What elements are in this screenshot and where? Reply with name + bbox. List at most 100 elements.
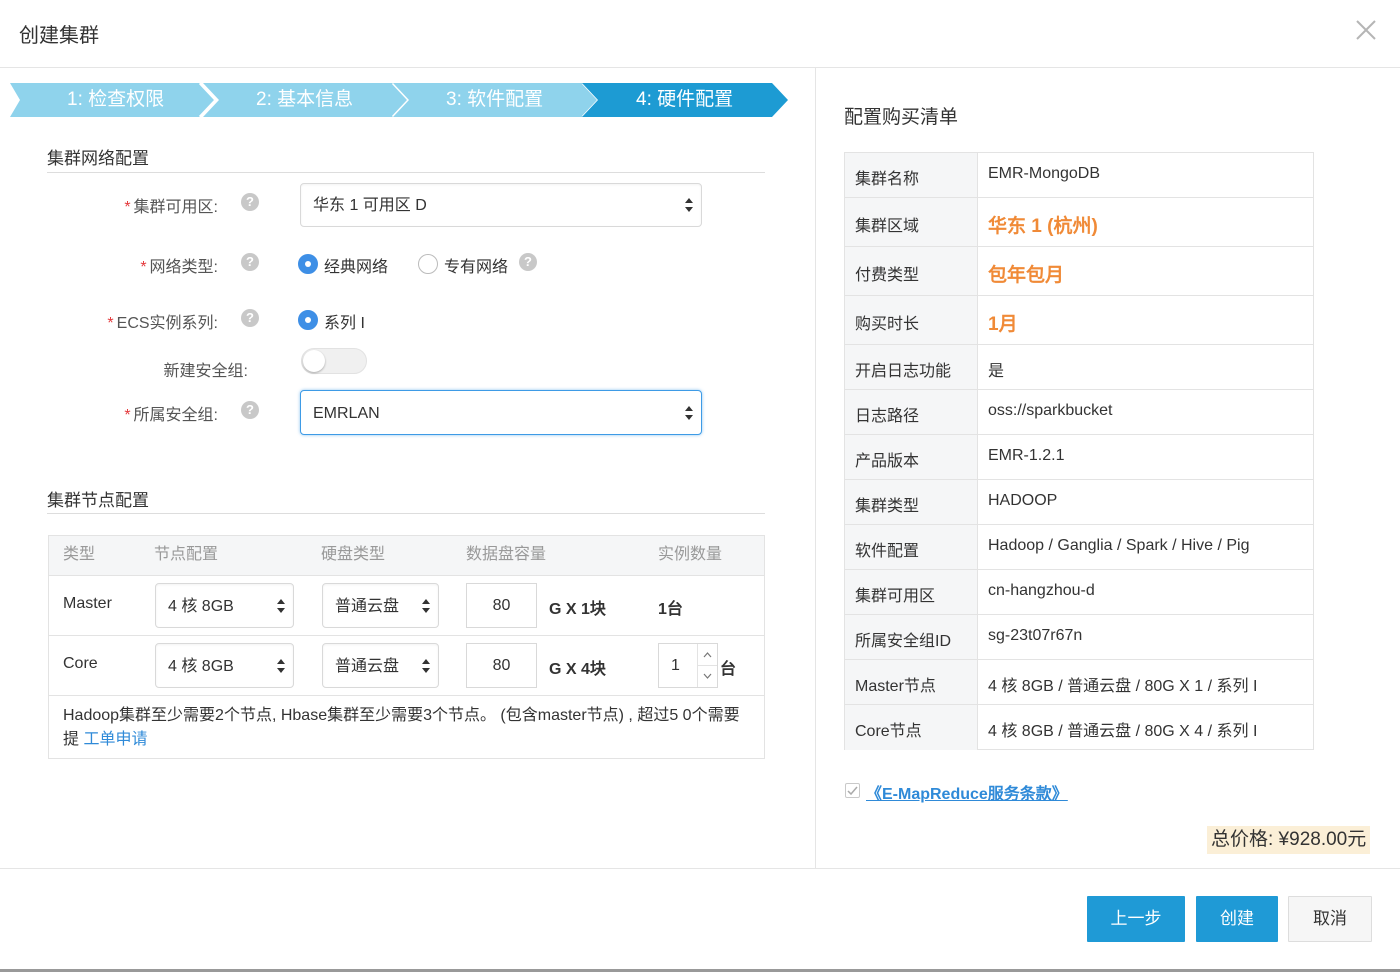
node-note: Hadoop集群至少需要2个节点, Hbase集群至少需要3个节点。 (包含ma… (63, 704, 753, 752)
select-arrows-icon (277, 658, 285, 673)
select-arrows-icon (277, 598, 285, 613)
sg-label: * 所属安全组: (124, 407, 218, 424)
classic-network-label: 经典网络 (324, 259, 389, 276)
master-spec-select[interactable]: 4 核 8GB (155, 583, 294, 628)
vpc-network-radio[interactable] (418, 254, 438, 274)
help-icon[interactable]: ? (241, 401, 259, 419)
help-icon[interactable]: ? (519, 253, 537, 271)
summary-key: 软件配置 (855, 543, 920, 560)
core-capacity-input[interactable]: 80 (466, 643, 537, 688)
net-type-label: * 网络类型: (140, 259, 218, 276)
section-divider (47, 513, 765, 514)
master-count: 1台 (658, 601, 683, 618)
table-row: 所属安全组ID sg-23t07r67n (845, 615, 1313, 660)
table-row-core: Core 4 核 8GB 普通云盘 80 G X 4块 1 台 (49, 636, 764, 696)
zone-select[interactable]: 华东 1 可用区 D (300, 183, 702, 227)
close-icon[interactable] (1352, 16, 1380, 44)
summary-key: 开启日志功能 (855, 363, 952, 380)
terms-checkbox[interactable] (845, 783, 860, 798)
ecs-series-radio[interactable] (298, 310, 318, 330)
master-capacity-input[interactable]: 80 (466, 583, 537, 628)
capacity-unit: G X 1块 (549, 601, 606, 618)
dialog-title: 创建集群 (19, 25, 99, 47)
table-row: Master节点 4 核 8GB / 普通云盘 / 80G X 1 / 系列 I (845, 660, 1313, 705)
total-price: 总价格: ¥928.00元 (1207, 826, 1371, 854)
col-disk: 硬盘类型 (321, 546, 386, 563)
step-label: 3: 软件配置 (446, 89, 544, 110)
help-icon[interactable]: ? (241, 253, 259, 271)
new-sg-toggle[interactable] (301, 348, 367, 374)
summary-value: sg-23t07r67n (988, 627, 1083, 644)
table-header: 类型 节点配置 硬盘类型 数据盘容量 实例数量 (49, 536, 764, 576)
summary-key: 所属安全组ID (855, 633, 952, 650)
check-icon (847, 786, 858, 796)
sg-select-value: EMRLAN (313, 405, 380, 422)
step-label: 2: 基本信息 (256, 89, 354, 110)
dialog-header: 创建集群 (0, 0, 1400, 68)
col-type: 类型 (63, 546, 96, 563)
col-capacity: 数据盘容量 (466, 546, 547, 563)
summary-value: 4 核 8GB / 普通云盘 / 80G X 4 / 系列 I (988, 723, 1258, 740)
table-row: 产品版本 EMR-1.2.1 (845, 435, 1313, 480)
create-button[interactable]: 创建 (1196, 896, 1278, 942)
table-row-master: Master 4 核 8GB 普通云盘 80 G X 1块 1台 (49, 576, 764, 636)
summary-value: Hadoop / Ganglia / Spark / Hive / Pig (988, 537, 1250, 554)
core-count-stepper[interactable]: 1 (658, 643, 718, 688)
vpc-network-label: 专有网络 (444, 259, 509, 276)
node-config-table: 类型 节点配置 硬盘类型 数据盘容量 实例数量 Master 4 核 8GB 普… (48, 535, 765, 759)
new-sg-label: 新建安全组: (163, 363, 248, 380)
table-row: 开启日志功能 是 (845, 345, 1313, 390)
network-section-title: 集群网络配置 (47, 149, 149, 168)
terms-link[interactable]: 《E-MapReduce服务条款》 (866, 780, 1068, 804)
table-row: Core节点 4 核 8GB / 普通云盘 / 80G X 4 / 系列 I (845, 705, 1313, 750)
prev-step-button[interactable]: 上一步 (1087, 896, 1185, 942)
spec-value: 4 核 8GB (168, 658, 234, 675)
table-row: 集群类型 HADOOP (845, 480, 1313, 525)
summary-value: 1月 (988, 314, 1018, 335)
disk-value: 普通云盘 (335, 598, 400, 615)
count-unit: 台 (720, 661, 737, 678)
summary-value: EMR-1.2.1 (988, 447, 1065, 464)
nodes-section-title: 集群节点配置 (47, 491, 149, 510)
select-arrows-icon (685, 405, 693, 420)
summary-key: Master节点 (855, 678, 936, 695)
select-arrows-icon (422, 598, 430, 613)
help-icon[interactable]: ? (241, 309, 259, 327)
table-row: 集群区域 华东 1 (杭州) (845, 198, 1313, 247)
core-spec-select[interactable]: 4 核 8GB (155, 643, 294, 688)
zone-label: * 集群可用区: (124, 199, 218, 216)
capacity-unit: G X 4块 (549, 661, 606, 678)
increment-button[interactable] (698, 644, 717, 666)
summary-value: 包年包月 (988, 265, 1065, 286)
spec-value: 4 核 8GB (168, 598, 234, 615)
summary-value: 华东 1 (杭州) (988, 216, 1098, 237)
security-group-select[interactable]: EMRLAN (300, 390, 702, 435)
step-label: 4: 硬件配置 (636, 89, 734, 110)
col-count: 实例数量 (658, 546, 723, 563)
summary-value: oss://sparkbucket (988, 402, 1113, 419)
step-wizard: 1: 检查权限 2: 基本信息 3: 软件配置 4: 硬件配置 (10, 83, 790, 117)
summary-value: 4 核 8GB / 普通云盘 / 80G X 1 / 系列 I (988, 678, 1258, 695)
help-icon[interactable]: ? (241, 193, 259, 211)
ecs-series-label: 系列 I (324, 315, 365, 332)
decrement-button[interactable] (698, 666, 717, 688)
ecs-label: * ECS实例系列: (107, 315, 218, 332)
summary-key: 集群区域 (855, 218, 920, 235)
dialog-footer: 上一步 创建 取消 (0, 868, 1400, 972)
section-divider (47, 172, 765, 173)
classic-network-radio[interactable] (298, 254, 318, 274)
node-type: Core (63, 655, 98, 672)
column-divider (815, 68, 816, 868)
table-row: 集群可用区 cn-hangzhou-d (845, 570, 1313, 615)
cancel-button[interactable]: 取消 (1288, 896, 1372, 942)
master-disk-select[interactable]: 普通云盘 (322, 583, 439, 628)
core-disk-select[interactable]: 普通云盘 (322, 643, 439, 688)
stepper-buttons (697, 644, 717, 687)
summary-key: Core节点 (855, 723, 922, 740)
ticket-link[interactable]: 工单申请 (83, 731, 147, 748)
table-row: 付费类型 包年包月 (845, 247, 1313, 296)
summary-key: 产品版本 (855, 453, 920, 470)
summary-key: 付费类型 (855, 267, 920, 284)
table-row: 软件配置 Hadoop / Ganglia / Spark / Hive / P… (845, 525, 1313, 570)
table-row: 日志路径 oss://sparkbucket (845, 390, 1313, 435)
